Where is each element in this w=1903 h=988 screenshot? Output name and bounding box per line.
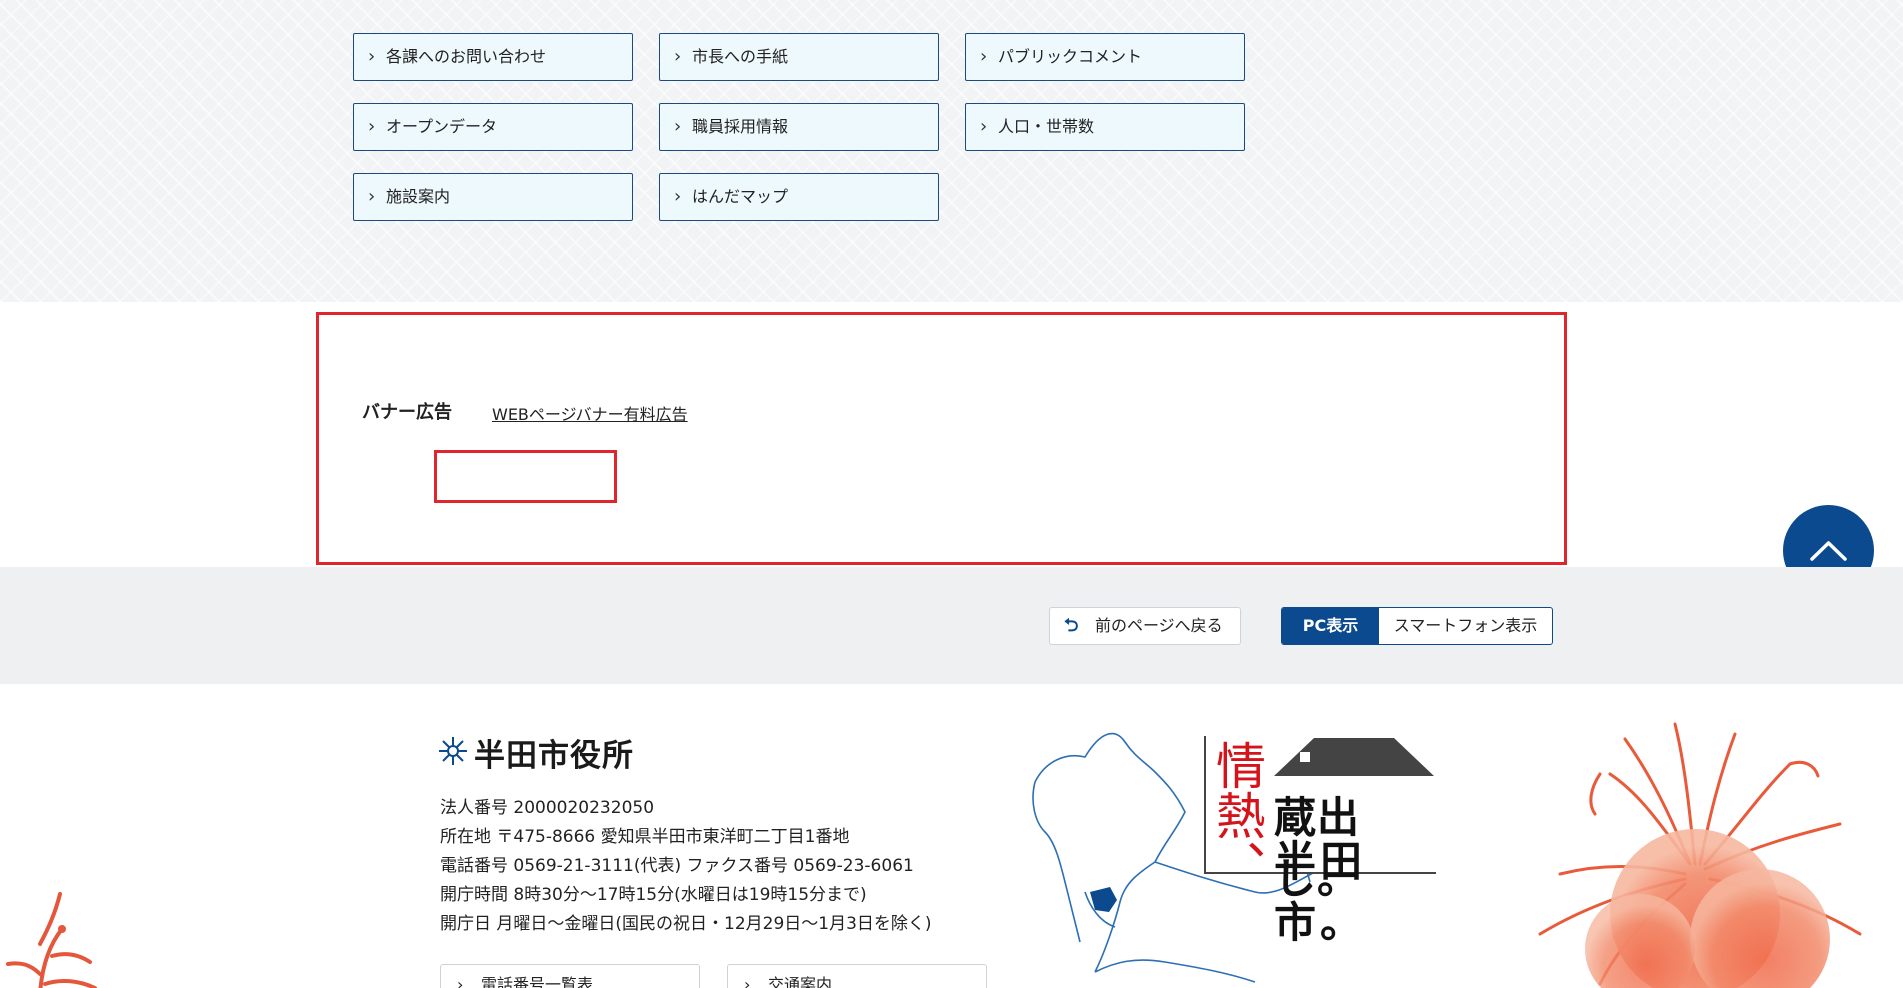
quick-link-open-data[interactable]: › オープンデータ [353, 103, 633, 151]
red-spider-lily-decoration [1538, 722, 1862, 988]
quick-link-letter-to-mayor[interactable]: › 市長への手紙 [659, 33, 939, 81]
quick-links-section: › 各課へのお問い合わせ › 市長への手紙 › パブリックコメント › オープン… [0, 0, 1903, 302]
back-page-label: 前のページへ戻る [1095, 616, 1223, 635]
page-utility-bar: ⮌ 前のページへ戻る PC表示 スマートフォン表示 [0, 567, 1903, 684]
site-footer: 半田市役所 法人番号 2000020232050 所在地 〒475-8666 愛… [0, 684, 1903, 988]
access-info-label: 交通案内 [768, 975, 833, 988]
chevron-right-icon: › [674, 46, 682, 67]
city-emblem-icon [439, 737, 467, 765]
office-hours: 開庁時間 8時30分～17時15分(水曜日は19時15分まで) [440, 885, 867, 905]
corporate-number: 法人番号 2000020232050 [440, 798, 655, 818]
chevron-right-icon: › [744, 975, 751, 988]
chevron-right-icon: › [457, 975, 464, 988]
banner-ad-section: バナー広告 WEBページバナー有料広告 [0, 302, 1903, 567]
chevron-right-icon: › [674, 186, 682, 207]
office-name: 半田市役所 [474, 738, 634, 774]
quick-link-public-comment[interactable]: › パブリックコメント [965, 33, 1245, 81]
office-address: 所在地 〒475-8666 愛知県半田市東洋町二丁目1番地 [440, 827, 850, 847]
quick-link-label: 各課へのお問い合わせ [386, 47, 547, 66]
pc-display-button[interactable]: PC表示 [1282, 608, 1379, 644]
highlight-frame [316, 312, 1567, 565]
office-phone-fax: 電話番号 0569-21-3111(代表) ファクス番号 0569-23-606… [440, 856, 914, 876]
quick-link-label: オープンデータ [386, 117, 498, 136]
chevron-right-icon: › [674, 116, 682, 137]
quick-link-facilities[interactable]: › 施設案内 [353, 173, 633, 221]
chevron-right-icon: › [368, 116, 376, 137]
quick-link-population[interactable]: › 人口・世帯数 [965, 103, 1245, 151]
display-mode-toggle: PC表示 スマートフォン表示 [1281, 607, 1553, 645]
city-slogan-logo: 情熱、 蔵出し。 半田市。 [1204, 736, 1436, 947]
chevron-right-icon: › [368, 186, 376, 207]
banner-paid-ad-link[interactable]: WEBページバナー有料広告 [492, 401, 688, 425]
smartphone-display-button[interactable]: スマートフォン表示 [1379, 608, 1552, 644]
banner-slot[interactable] [434, 450, 617, 503]
phone-list-button[interactable]: › 電話番号一覧表 [440, 964, 700, 988]
slogan-red-vertical: 情熱、 [1208, 740, 1266, 890]
return-arrow-icon: ⮌ [1064, 615, 1079, 636]
quick-link-contact-departments[interactable]: › 各課へのお問い合わせ [353, 33, 633, 81]
quick-link-handa-map[interactable]: › はんだマップ [659, 173, 939, 221]
phone-list-label: 電話番号一覧表 [481, 975, 594, 988]
banner-title: バナー広告 [362, 402, 452, 423]
chevron-up-icon [1810, 541, 1847, 561]
quick-link-label: 人口・世帯数 [998, 117, 1095, 136]
back-page-button[interactable]: ⮌ 前のページへ戻る [1049, 607, 1241, 645]
storehouse-roof-icon [1274, 738, 1434, 776]
office-open-days: 開庁日 月曜日～金曜日(国民の祝日・12月29日～1月3日を除く) [440, 914, 932, 934]
quick-link-recruitment[interactable]: › 職員採用情報 [659, 103, 939, 151]
access-info-button[interactable]: › 交通案内 [727, 964, 987, 988]
slogan-line-2: 半田市。 [1274, 837, 1367, 947]
chevron-right-icon: › [980, 46, 988, 67]
red-spider-lily-decoration [6, 892, 97, 988]
chevron-right-icon: › [980, 116, 988, 137]
chevron-right-icon: › [368, 46, 376, 67]
quick-link-label: はんだマップ [692, 187, 789, 206]
slogan-red-text: 情熱、 [1208, 740, 1266, 890]
quick-link-label: 施設案内 [386, 187, 451, 206]
quick-link-label: 職員採用情報 [692, 117, 789, 136]
quick-link-label: 市長への手紙 [692, 47, 789, 66]
quick-link-label: パブリックコメント [998, 47, 1143, 66]
